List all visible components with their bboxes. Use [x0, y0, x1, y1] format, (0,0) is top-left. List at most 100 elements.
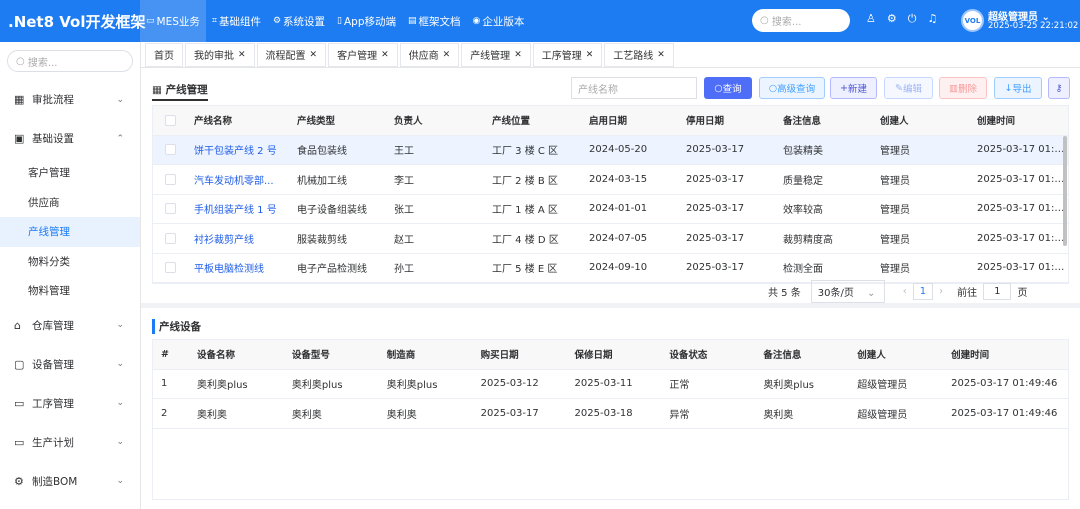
sidebar-item-warehouse[interactable]: ⌂ 仓库管理 ⌄ — [0, 306, 140, 345]
column-header[interactable]: # — [153, 349, 189, 360]
close-icon[interactable]: ✕ — [514, 50, 522, 60]
tab-supplier[interactable]: 供应商 ✕ — [399, 42, 460, 67]
nav-enterprise[interactable]: ◉ 企业版本 — [467, 0, 531, 42]
column-header[interactable]: 停用日期 — [678, 113, 775, 127]
column-header[interactable]: 产线名称 — [186, 113, 289, 127]
gear-icon[interactable]: ⚙ — [887, 12, 897, 26]
advanced-query-button[interactable]: ○ 高级查询 — [759, 77, 825, 99]
line-name-link[interactable]: 饼干包装产线 2 号 — [186, 142, 289, 157]
checkbox[interactable] — [165, 262, 176, 274]
sidebar-search-input[interactable]: ○ 搜索... — [7, 50, 133, 72]
sidebar-item-equipment[interactable]: ▢ 设备管理 ⌄ — [0, 345, 140, 384]
header-search-input[interactable]: ○ 搜索... — [752, 9, 850, 32]
sidebar-item-line[interactable]: 产线管理 — [0, 217, 140, 247]
line-name-link[interactable]: 手机组装产线 1 号 — [186, 201, 289, 216]
page-tabs: 首页 我的审批 ✕ 流程配置 ✕ 客户管理 ✕ 供应商 ✕ 产线管理 ✕ 工序管理 ✕ 工艺… — [141, 42, 1080, 68]
line-name-input[interactable]: 产线名称 — [571, 77, 697, 99]
column-header[interactable]: 创建人 — [872, 113, 969, 127]
bell-icon[interactable]: ♫ — [927, 12, 937, 26]
next-page-icon[interactable]: › — [939, 286, 943, 297]
checkbox[interactable] — [165, 114, 176, 126]
line-name-link[interactable]: 汽车发动机零部... — [186, 172, 289, 187]
row-checkbox[interactable] — [153, 232, 186, 244]
close-icon[interactable]: ✕ — [586, 50, 594, 60]
checkbox[interactable] — [165, 144, 176, 156]
delete-button[interactable]: ▥ 删除 — [939, 77, 987, 99]
table-row[interactable]: 衬衫裁剪产线 服装裁剪线 赵工 工厂 4 楼 D 区 2024-07-05 2025-03… — [153, 224, 1068, 254]
column-header[interactable]: 设备名称 — [189, 347, 284, 361]
goto-page-input[interactable]: 1 — [983, 283, 1012, 300]
export-button[interactable]: ↓ 导出 — [994, 77, 1042, 99]
table-row[interactable]: 饼干包装产线 2 号食品包装线 王工 工厂 3 楼 C 区 2024-05-20 202… — [153, 135, 1068, 165]
table-row[interactable]: 2 奥利奥 奥利奥 奥利奥 2025-03-17 2025-03-18 异常 奥利奥 超级管理员… — [153, 399, 1068, 429]
sidebar-item-material[interactable]: 物料管理 — [0, 276, 140, 306]
column-header[interactable]: 产线类型 — [289, 113, 386, 127]
table-row[interactable]: 平板电脑检测线 电子产品检测线 孙工 工厂 5 楼 E 区 2024-09-10 2025… — [153, 254, 1068, 283]
column-header[interactable]: 保修日期 — [567, 347, 662, 361]
user-icon[interactable]: ♙ — [866, 12, 876, 26]
row-checkbox[interactable] — [153, 203, 186, 215]
checkbox[interactable] — [165, 232, 176, 244]
tab-my-approval[interactable]: 我的审批 ✕ — [185, 42, 255, 67]
column-header[interactable]: 备注信息 — [755, 347, 849, 361]
edit-button[interactable]: ✎ 编辑 — [884, 77, 933, 99]
tab-customer[interactable]: 客户管理 ✕ — [328, 42, 398, 67]
nav-mes[interactable]: ▭ MES业务 — [140, 0, 206, 42]
tab-home[interactable]: 首页 — [145, 42, 183, 67]
column-header[interactable]: 产线位置 — [484, 113, 581, 127]
row-checkbox[interactable] — [153, 173, 186, 185]
table-row[interactable]: 汽车发动机零部... 机械加工线 李工 工厂 2 楼 B 区 2024-03-15 202… — [153, 165, 1068, 195]
select-all-checkbox[interactable] — [153, 114, 186, 126]
close-icon[interactable]: ✕ — [310, 50, 318, 60]
sidebar-item-plan[interactable]: ▭ 生产计划 ⌄ — [0, 423, 140, 462]
checkbox[interactable] — [165, 203, 176, 215]
checkbox[interactable] — [165, 173, 176, 185]
column-header[interactable]: 设备状态 — [661, 347, 755, 361]
line-name-link[interactable]: 平板电脑检测线 — [186, 260, 289, 275]
nav-settings[interactable]: ⚙ 系统设置 — [267, 0, 331, 42]
table-scrollbar[interactable] — [1063, 136, 1067, 246]
avatar[interactable]: VOL — [961, 9, 984, 32]
tab-line[interactable]: 产线管理 ✕ — [461, 42, 531, 67]
sidebar-item-material-category[interactable]: 物料分类 — [0, 247, 140, 277]
nav-docs[interactable]: ▤ 框架文档 — [402, 0, 467, 42]
line-name-link[interactable]: 衬衫裁剪产线 — [186, 231, 289, 246]
column-header[interactable]: 负责人 — [386, 113, 484, 127]
close-icon[interactable]: ✕ — [443, 50, 451, 60]
new-button[interactable]: + 新建 — [830, 77, 877, 99]
sidebar-item-basic[interactable]: ▣ 基础设置 ⌃ — [0, 119, 140, 158]
column-header[interactable]: 设备型号 — [284, 347, 379, 361]
column-header[interactable]: 创建人 — [849, 347, 943, 361]
top-bar: .Net8 Vol开发框架 ▭ MES业务 ⌗ 基础组件 ⚙ 系统设置 ▯ App移动端… — [0, 0, 1080, 42]
settings-button[interactable]: ⚷ — [1048, 77, 1070, 99]
table-row[interactable]: 手机组装产线 1 号电子设备组装线 张工 工厂 1 楼 A 区 2024-01-01 2… — [153, 195, 1068, 224]
nav-app[interactable]: ▯ App移动端 — [331, 0, 402, 42]
tab-flow-config[interactable]: 流程配置 ✕ — [256, 42, 327, 67]
sidebar-item-supplier[interactable]: 供应商 — [0, 188, 140, 218]
page-number[interactable]: 1 — [912, 283, 934, 300]
page-size-select[interactable]: 30条/页 ⌄ — [810, 280, 885, 303]
query-button[interactable]: ○ 查询 — [704, 77, 752, 99]
sidebar-item-customer[interactable]: 客户管理 — [0, 158, 140, 188]
close-icon[interactable]: ✕ — [381, 50, 389, 60]
tab-process[interactable]: 工序管理 ✕ — [532, 42, 603, 67]
column-header[interactable]: 创建时间 — [943, 347, 1068, 361]
sidebar-item-approval[interactable]: ▦ 审批流程 ⌄ — [0, 80, 140, 119]
close-icon[interactable]: ✕ — [238, 50, 246, 60]
row-checkbox[interactable] — [153, 262, 186, 274]
column-header[interactable]: 购买日期 — [473, 347, 567, 361]
prev-page-icon[interactable]: ‹ — [903, 286, 907, 297]
table-row[interactable]: 1 奥利奥plus 奥利奥plus 奥利奥plus 2025-03-12 2025-03-… — [153, 370, 1068, 399]
tab-route[interactable]: 工艺路线 ✕ — [604, 42, 674, 67]
sidebar-item-process[interactable]: ▭ 工序管理 ⌄ — [0, 384, 140, 423]
power-icon[interactable]: ⏻ — [908, 12, 917, 26]
home-icon: ⌂ — [14, 318, 21, 332]
column-header[interactable]: 启用日期 — [581, 113, 678, 127]
close-icon[interactable]: ✕ — [657, 50, 665, 60]
column-header[interactable]: 制造商 — [379, 347, 473, 361]
nav-components[interactable]: ⌗ 基础组件 — [206, 0, 267, 42]
row-checkbox[interactable] — [153, 144, 186, 156]
column-header[interactable]: 创建时间 — [969, 113, 1065, 127]
sidebar-item-bom[interactable]: ⚙ 制造BOM ⌄ — [0, 462, 140, 501]
column-header[interactable]: 备注信息 — [775, 113, 872, 127]
